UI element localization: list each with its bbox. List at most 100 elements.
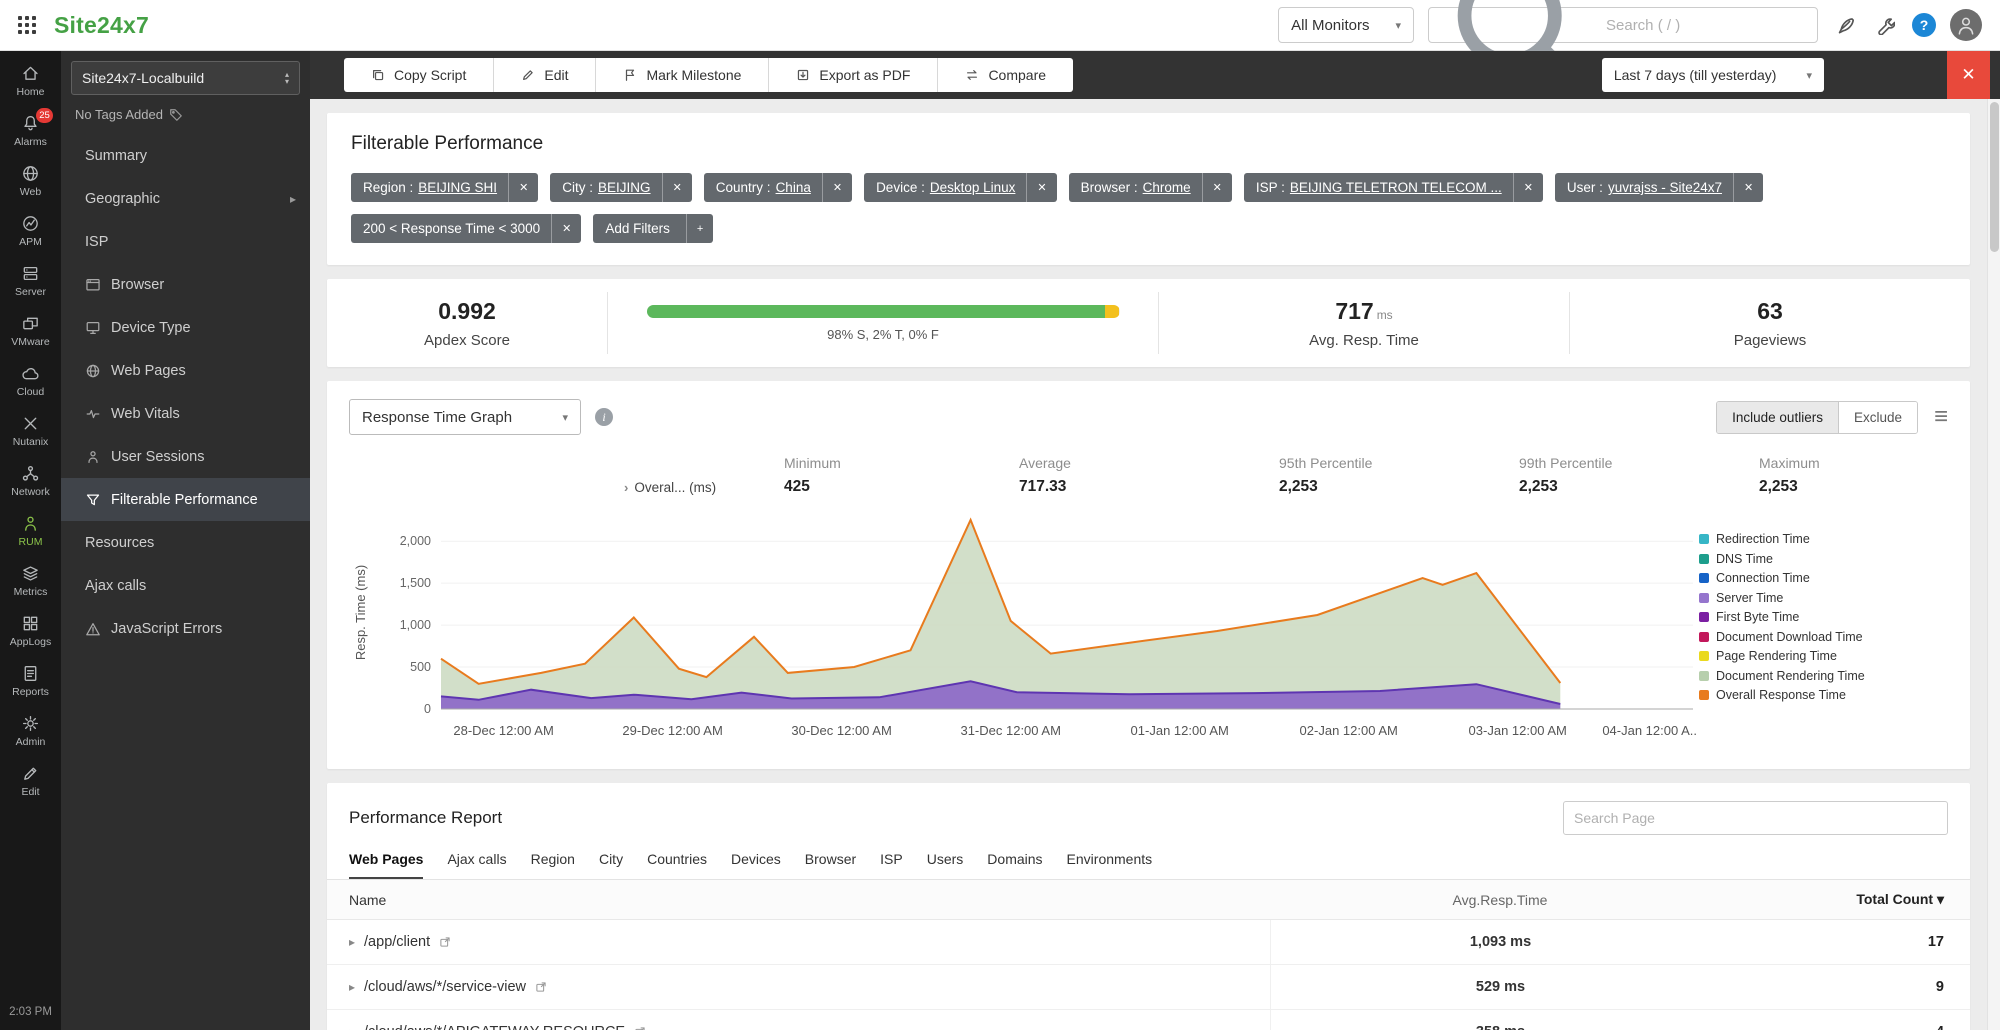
report-tab[interactable]: Domains bbox=[987, 851, 1042, 879]
export-pdf-button[interactable]: Export as PDF bbox=[769, 58, 938, 92]
sidebar-item-filterable-performance[interactable]: Filterable Performance bbox=[61, 478, 310, 521]
total-count-column-header[interactable]: Total Count ▾ bbox=[1730, 891, 1970, 908]
sidebar-item-isp[interactable]: ISP bbox=[61, 220, 310, 263]
legend-item[interactable]: Document Rendering Time bbox=[1699, 669, 1934, 683]
sidebar-item-summary[interactable]: Summary bbox=[61, 134, 310, 177]
sidebar-item-resources[interactable]: Resources bbox=[61, 521, 310, 564]
user-avatar[interactable] bbox=[1950, 9, 1982, 41]
rail-item-network[interactable]: Network bbox=[0, 456, 61, 506]
compare-button[interactable]: Compare bbox=[938, 58, 1073, 92]
sidebar-item-web-pages[interactable]: Web Pages bbox=[61, 349, 310, 392]
search-page-input[interactable] bbox=[1563, 801, 1948, 835]
rail-item-server[interactable]: Server bbox=[0, 256, 61, 306]
rail-item-nutanix[interactable]: Nutanix bbox=[0, 406, 61, 456]
chip-remove-icon[interactable]: ✕ bbox=[822, 173, 852, 202]
table-row[interactable]: ▸ /cloud/aws/*/APIGATEWAY-RESOURCE 358 m… bbox=[327, 1010, 1970, 1030]
report-tab[interactable]: Countries bbox=[647, 851, 707, 879]
page-name[interactable]: /cloud/aws/*/service-view bbox=[364, 979, 526, 995]
external-link-icon[interactable] bbox=[634, 1026, 646, 1030]
filter-chip-value[interactable]: Desktop Linux bbox=[930, 180, 1016, 195]
scrollbar-thumb[interactable] bbox=[1990, 102, 1999, 252]
report-tab[interactable]: Browser bbox=[805, 851, 856, 879]
avg-resp-column-header[interactable]: Avg.Resp.Time bbox=[1270, 880, 1730, 919]
info-icon[interactable]: i bbox=[595, 408, 613, 426]
report-tab[interactable]: City bbox=[599, 851, 623, 879]
chip-remove-icon[interactable]: ✕ bbox=[551, 214, 581, 243]
chip-remove-icon[interactable]: ✕ bbox=[662, 173, 692, 202]
filter-chip-value[interactable]: BEIJING TELETRON TELECOM ... bbox=[1290, 180, 1502, 195]
filter-chip-value[interactable]: China bbox=[776, 180, 811, 195]
close-button[interactable]: ✕ bbox=[1947, 51, 1990, 99]
chip-remove-icon[interactable]: ✕ bbox=[1026, 173, 1056, 202]
filter-chip-value[interactable]: yuvrajss - Site24x7 bbox=[1608, 180, 1722, 195]
table-row[interactable]: ▸ /app/client 1,093 ms 17 bbox=[327, 920, 1970, 965]
rail-item-home[interactable]: Home bbox=[0, 56, 61, 106]
report-tab[interactable]: Devices bbox=[731, 851, 781, 879]
rail-item-web[interactable]: Web bbox=[0, 156, 61, 206]
legend-item[interactable]: Connection Time bbox=[1699, 571, 1934, 585]
legend-item[interactable]: Redirection Time bbox=[1699, 532, 1934, 546]
sidebar-item-geographic[interactable]: Geographic ▸ bbox=[61, 177, 310, 220]
legend-item[interactable]: Page Rendering Time bbox=[1699, 649, 1934, 663]
filter-chip-value[interactable]: 200 < Response Time < 3000 bbox=[363, 221, 540, 236]
filter-chip-value[interactable]: Chrome bbox=[1143, 180, 1191, 195]
search-input[interactable] bbox=[1606, 17, 1805, 34]
tools-wrench-icon[interactable] bbox=[1872, 12, 1898, 38]
help-icon[interactable]: ? bbox=[1912, 13, 1936, 37]
edit-button[interactable]: Edit bbox=[494, 58, 596, 92]
report-tab[interactable]: ISP bbox=[880, 851, 903, 879]
sidebar-item-web-vitals[interactable]: Web Vitals bbox=[61, 392, 310, 435]
filter-chip-value[interactable]: BEIJING bbox=[598, 180, 651, 195]
series-toggle[interactable]: › Overal... (ms) bbox=[624, 478, 784, 496]
rail-item-admin[interactable]: Admin bbox=[0, 706, 61, 756]
report-tab[interactable]: Environments bbox=[1067, 851, 1153, 879]
feedback-quill-icon[interactable] bbox=[1832, 12, 1858, 38]
add-filters-chip[interactable]: Add Filters + bbox=[593, 214, 713, 243]
vertical-scrollbar[interactable] bbox=[1987, 99, 2000, 1030]
report-tab[interactable]: Users bbox=[927, 851, 964, 879]
report-tab[interactable]: Web Pages bbox=[349, 851, 423, 879]
legend-item[interactable]: Document Download Time bbox=[1699, 630, 1934, 644]
global-search[interactable] bbox=[1428, 7, 1818, 43]
rail-item-vmware[interactable]: VMware bbox=[0, 306, 61, 356]
rail-item-cloud[interactable]: Cloud bbox=[0, 356, 61, 406]
row-expand-icon[interactable]: ▸ bbox=[349, 935, 355, 949]
date-range-dropdown[interactable]: Last 7 days (till yesterday) ▾ bbox=[1602, 58, 1824, 92]
graph-type-dropdown[interactable]: Response Time Graph ▾ bbox=[349, 399, 581, 435]
chip-remove-icon[interactable]: ✕ bbox=[1202, 173, 1232, 202]
sidebar-item-ajax-calls[interactable]: Ajax calls bbox=[61, 564, 310, 607]
rail-item-applogs[interactable]: AppLogs bbox=[0, 606, 61, 656]
tags-row[interactable]: No Tags Added bbox=[61, 99, 310, 134]
rail-item-edit[interactable]: Edit bbox=[0, 756, 61, 806]
report-tab[interactable]: Region bbox=[531, 851, 575, 879]
include-outliers-button[interactable]: Include outliers bbox=[1717, 402, 1839, 433]
legend-item[interactable]: First Byte Time bbox=[1699, 610, 1934, 624]
sidebar-item-browser[interactable]: Browser bbox=[61, 263, 310, 306]
chip-remove-icon[interactable]: ✕ bbox=[508, 173, 538, 202]
rail-item-metrics[interactable]: Metrics bbox=[0, 556, 61, 606]
monitor-select[interactable]: Site24x7-Localbuild ▴▾ bbox=[71, 61, 300, 95]
all-monitors-dropdown[interactable]: All Monitors ▾ bbox=[1278, 7, 1414, 43]
legend-item[interactable]: DNS Time bbox=[1699, 552, 1934, 566]
legend-item[interactable]: Overall Response Time bbox=[1699, 688, 1934, 702]
copy-script-button[interactable]: Copy Script bbox=[344, 58, 494, 92]
app-grid-icon[interactable] bbox=[18, 16, 36, 34]
external-link-icon[interactable] bbox=[535, 981, 547, 993]
rail-item-reports[interactable]: Reports bbox=[0, 656, 61, 706]
rail-item-rum[interactable]: RUM bbox=[0, 506, 61, 556]
name-column-header[interactable]: Name bbox=[327, 892, 1270, 908]
rail-item-apm[interactable]: APM bbox=[0, 206, 61, 256]
chart-menu-icon[interactable]: ≡ bbox=[1934, 405, 1948, 429]
sidebar-item-user-sessions[interactable]: User Sessions bbox=[61, 435, 310, 478]
page-name[interactable]: /app/client bbox=[364, 934, 430, 950]
filter-chip-value[interactable]: BEIJING SHI bbox=[418, 180, 497, 195]
external-link-icon[interactable] bbox=[439, 936, 451, 948]
page-name[interactable]: /cloud/aws/*/APIGATEWAY-RESOURCE bbox=[364, 1024, 625, 1030]
legend-item[interactable]: Server Time bbox=[1699, 591, 1934, 605]
report-tab[interactable]: Ajax calls bbox=[447, 851, 506, 879]
mark-milestone-button[interactable]: Mark Milestone bbox=[596, 58, 769, 92]
chip-remove-icon[interactable]: ✕ bbox=[1513, 173, 1543, 202]
row-expand-icon[interactable]: ▸ bbox=[349, 980, 355, 994]
table-row[interactable]: ▸ /cloud/aws/*/service-view 529 ms 9 bbox=[327, 965, 1970, 1010]
rail-item-alarms[interactable]: 25 Alarms bbox=[0, 106, 61, 156]
